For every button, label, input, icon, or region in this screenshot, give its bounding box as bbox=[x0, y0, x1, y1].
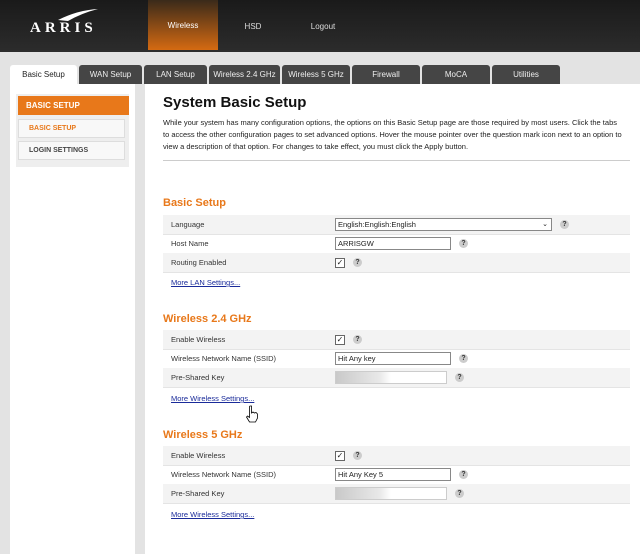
language-select[interactable]: English:English:English ⌄ bbox=[335, 218, 552, 231]
row-enable-wireless-24: Enable Wireless ✓ ? bbox=[163, 330, 630, 350]
tab-moca[interactable]: MoCA bbox=[422, 65, 490, 84]
page-title: System Basic Setup bbox=[163, 94, 307, 111]
ssid-label: Wireless Network Name (SSID) bbox=[171, 470, 277, 479]
main-content: System Basic Setup While your system has… bbox=[145, 84, 640, 554]
more-lan-settings-link[interactable]: More LAN Settings... bbox=[171, 278, 240, 287]
help-icon[interactable]: ? bbox=[455, 489, 464, 498]
row-routing-enabled: Routing Enabled ✓ ? bbox=[163, 253, 630, 273]
help-icon[interactable]: ? bbox=[353, 335, 362, 344]
topnav-logout[interactable]: Logout bbox=[288, 0, 358, 52]
ssid-label: Wireless Network Name (SSID) bbox=[171, 354, 277, 363]
tab-wan-setup[interactable]: WAN Setup bbox=[79, 65, 142, 84]
routing-enabled-checkbox[interactable]: ✓ bbox=[335, 257, 345, 268]
tab-lan-setup[interactable]: LAN Setup bbox=[144, 65, 207, 84]
tab-wireless-5[interactable]: Wireless 5 GHz bbox=[282, 65, 350, 84]
enable-wireless-label: Enable Wireless bbox=[171, 335, 226, 344]
help-icon[interactable]: ? bbox=[353, 258, 362, 267]
host-name-label: Host Name bbox=[171, 239, 209, 248]
psk-label: Pre-Shared Key bbox=[171, 373, 225, 382]
enable-wireless-24-checkbox[interactable]: ✓ bbox=[335, 334, 345, 345]
row-enable-wireless-5: Enable Wireless ✓ ? bbox=[163, 446, 630, 466]
top-header: ARRIS Wireless HSD Logout bbox=[0, 0, 640, 52]
section-title-basic-setup: Basic Setup bbox=[163, 197, 226, 209]
help-icon[interactable]: ? bbox=[459, 354, 468, 363]
page-intro: While your system has many configuration… bbox=[163, 118, 622, 151]
sidebar-item-basic-setup[interactable]: BASIC SETUP bbox=[18, 119, 125, 138]
sidebar-header: BASIC SETUP bbox=[18, 96, 129, 115]
ssid-5-input[interactable]: Hit Any Key 5 bbox=[335, 468, 451, 481]
section-title-wireless-24: Wireless 2.4 GHz bbox=[163, 313, 252, 325]
hand-cursor-icon bbox=[245, 405, 258, 423]
row-language: Language English:English:English ⌄ ? bbox=[163, 215, 630, 235]
section-title-wireless-5: Wireless 5 GHz bbox=[163, 429, 243, 441]
help-icon[interactable]: ? bbox=[459, 470, 468, 479]
topnav-hsd[interactable]: HSD bbox=[218, 0, 288, 52]
language-label: Language bbox=[171, 220, 205, 229]
host-name-input[interactable]: ARRISGW bbox=[335, 237, 451, 250]
tab-wireless-24[interactable]: Wireless 2.4 GHz bbox=[209, 65, 280, 84]
tab-firewall[interactable]: Firewall bbox=[352, 65, 420, 84]
help-icon[interactable]: ? bbox=[459, 239, 468, 248]
chevron-down-icon: ⌄ bbox=[542, 221, 548, 228]
tab-strip: Basic Setup WAN Setup LAN Setup Wireless… bbox=[0, 52, 640, 84]
divider bbox=[163, 160, 630, 161]
row-ssid-24: Wireless Network Name (SSID) Hit Any key… bbox=[163, 349, 630, 369]
routing-enabled-label: Routing Enabled bbox=[171, 258, 227, 267]
sidebar-item-login-settings[interactable]: LOGIN SETTINGS bbox=[18, 141, 125, 160]
enable-wireless-label: Enable Wireless bbox=[171, 451, 226, 460]
top-navigation: Wireless HSD Logout bbox=[148, 0, 358, 52]
arris-logo: ARRIS bbox=[30, 20, 97, 36]
help-icon[interactable]: ? bbox=[560, 220, 569, 229]
topnav-wireless[interactable]: Wireless bbox=[148, 0, 218, 50]
language-value: English:English:English bbox=[338, 220, 416, 229]
psk-label: Pre-Shared Key bbox=[171, 489, 225, 498]
enable-wireless-5-checkbox[interactable]: ✓ bbox=[335, 450, 345, 461]
psk-5-input-blurred[interactable] bbox=[335, 487, 447, 500]
more-wireless-settings-24-link[interactable]: More Wireless Settings... bbox=[171, 394, 254, 403]
sidebar: BASIC SETUP BASIC SETUP LOGIN SETTINGS bbox=[10, 84, 135, 554]
ssid-24-input[interactable]: Hit Any key bbox=[335, 352, 451, 365]
help-icon[interactable]: ? bbox=[455, 373, 464, 382]
row-ssid-5: Wireless Network Name (SSID) Hit Any Key… bbox=[163, 465, 630, 485]
tab-basic-setup[interactable]: Basic Setup bbox=[10, 65, 77, 84]
row-host-name: Host Name ARRISGW ? bbox=[163, 234, 630, 254]
psk-24-input-blurred[interactable] bbox=[335, 371, 447, 384]
row-psk-24: Pre-Shared Key ? bbox=[163, 368, 630, 388]
row-psk-5: Pre-Shared Key ? bbox=[163, 484, 630, 504]
more-wireless-settings-5-link[interactable]: More Wireless Settings... bbox=[171, 510, 254, 519]
tab-utilities[interactable]: Utilities bbox=[492, 65, 560, 84]
help-icon[interactable]: ? bbox=[353, 451, 362, 460]
sidebar-menu: BASIC SETUP BASIC SETUP LOGIN SETTINGS bbox=[16, 94, 129, 167]
